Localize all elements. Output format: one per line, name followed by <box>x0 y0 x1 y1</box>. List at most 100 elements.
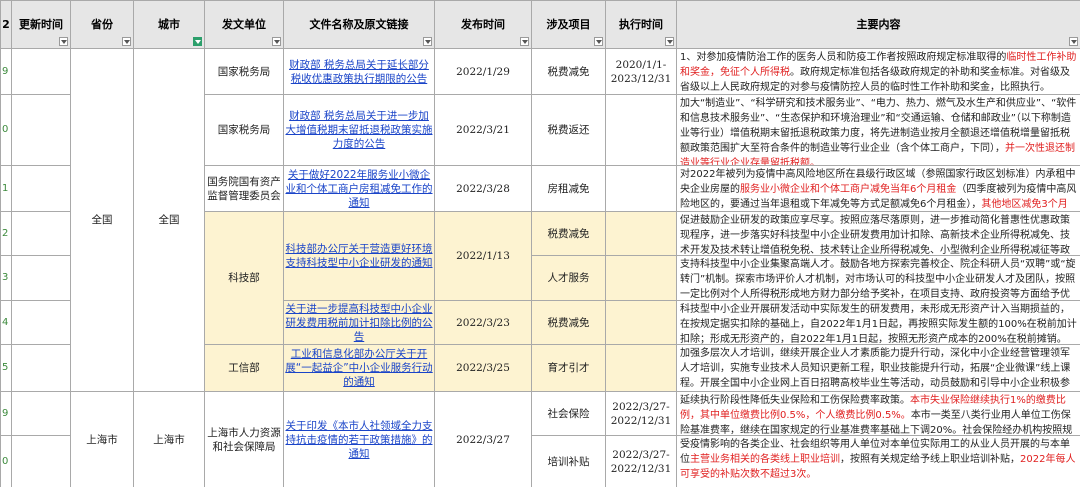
content-segment: 支持科技型中小企业集聚高端人才。鼓励各地方探索完善校企、院企科研人员“双聘”或“… <box>680 259 1076 300</box>
province-cell[interactable]: 全国 <box>70 48 134 392</box>
cell-text: 房租减免 <box>547 182 590 195</box>
column-header-province[interactable]: 省份 <box>70 0 134 49</box>
project-cell[interactable]: 培训补贴 <box>531 435 606 487</box>
project-cell[interactable]: 育才引才 <box>531 344 606 392</box>
row-number-label: 2 <box>2 227 9 239</box>
cell-text: 上海市人力资源和社会保障局 <box>207 426 281 453</box>
update-time-cell[interactable] <box>11 211 71 256</box>
document-link-cell[interactable]: 关于做好2022年服务业小微企业和个体工商户房租减免工作的通知 <box>283 165 435 212</box>
filter-active-icon[interactable] <box>193 37 202 46</box>
period-cell[interactable]: 2020/1/1-2023/12/31 <box>605 48 677 95</box>
publish-date-cell[interactable]: 2022/3/27 <box>434 391 532 487</box>
content-cell[interactable]: 加强多层次人才培训，继续开展企业人才素质能力提升行动，深化中小企业经营管理领军人… <box>676 344 1080 392</box>
project-cell[interactable]: 房租减免 <box>531 165 606 212</box>
content-cell[interactable]: 科技型中小企业开展研发活动中实际发生的研发费用，未形成无形资产计入当期损益的，在… <box>676 300 1080 345</box>
cell-text: 税费返还 <box>547 124 590 136</box>
cell-text: 税费减免 <box>547 316 590 329</box>
content-cell[interactable]: 1、对参加疫情防治工作的医务人员和防疫工作者按照政府规定标准取得的临时性工作补助… <box>676 48 1080 95</box>
content-cell[interactable]: 加大“制造业”、“科学研究和技术服务业”、“电力、热力、燃气及水生产和供应业”、… <box>676 94 1080 166</box>
filter-dropdown-icon[interactable] <box>665 37 674 46</box>
document-link-cell[interactable]: 财政部 税务总局关于进一步加大增值税期末留抵退税政策实施力度的公告 <box>283 94 435 166</box>
column-header-label: 执行时间 <box>619 17 663 31</box>
document-link-cell[interactable]: 关于进一步提高科技型中小企业研发费用税前加计扣除比例的公告 <box>283 300 435 345</box>
content-cell[interactable]: 促进鼓励企业研发的政策应享尽享。按照应落尽落原则，进一步推动简化普惠性优惠政策现… <box>676 211 1080 256</box>
issuer-cell[interactable]: 国务院国有资产监督管理委员会 <box>204 165 284 212</box>
filter-dropdown-icon[interactable] <box>59 37 68 46</box>
column-header-update[interactable]: 更新时间 <box>11 0 71 49</box>
filter-dropdown-icon[interactable] <box>122 37 131 46</box>
filter-dropdown-icon[interactable] <box>423 37 432 46</box>
document-link-cell[interactable]: 科技部办公厅关于营造更好环境支持科技型中小企业研发的通知 <box>283 211 435 301</box>
column-header-label: 省份 <box>91 17 113 31</box>
content-segment: 促进鼓励企业研发的政策应享尽享。按照应落尽落原则，进一步推动简化普惠性优惠政策现… <box>680 215 1070 256</box>
filter-dropdown-icon[interactable] <box>520 37 529 46</box>
issuer-cell[interactable]: 科技部 <box>204 211 284 345</box>
row-number-label: 3 <box>2 272 9 283</box>
content-cell[interactable]: 受疫情影响的各类企业、社会组织等用人单位对本单位实际用工的从业人员开展的与本单位… <box>676 435 1080 487</box>
update-time-cell[interactable] <box>11 255 71 301</box>
column-header-title[interactable]: 文件名称及原文链接 <box>283 0 435 49</box>
period-cell[interactable] <box>605 165 677 212</box>
city-cell[interactable]: 全国 <box>133 48 205 392</box>
project-cell[interactable]: 税费减免 <box>531 300 606 345</box>
filter-dropdown-icon[interactable] <box>1069 37 1078 46</box>
update-time-cell[interactable] <box>11 391 71 436</box>
column-header-period[interactable]: 执行时间 <box>605 0 677 49</box>
cell-text: 2022/3/27 <box>456 433 510 446</box>
publish-date-cell[interactable]: 2022/1/29 <box>434 48 532 95</box>
update-time-cell[interactable] <box>11 48 71 95</box>
document-link-cell[interactable]: 工业和信息化部办公厅关于开展“一起益企”中小企业服务行动的通知 <box>283 344 435 392</box>
column-header-content[interactable]: 主要内容 <box>676 0 1080 49</box>
content-segment: 科技型中小企业开展研发活动中实际发生的研发费用，未形成无形资产计入当期损益的，在… <box>680 304 1077 345</box>
content-emphasis: 服务业小微企业和个体工商户减免当年6个月租金 <box>740 184 957 195</box>
issuer-cell[interactable]: 工信部 <box>204 344 284 392</box>
cell-text: 2022/1/29 <box>456 65 510 78</box>
issuer-cell[interactable]: 上海市人力资源和社会保障局 <box>204 391 284 487</box>
project-cell[interactable]: 税费减免 <box>531 48 606 95</box>
content-segment: 1、对参加疫情防治工作的医务人员和防疫工作者按照政府规定标准取得的 <box>680 52 1007 63</box>
update-time-cell[interactable] <box>11 344 71 392</box>
cell-text: 育才引才 <box>547 362 590 374</box>
column-header-city[interactable]: 城市 <box>133 0 205 49</box>
spreadsheet[interactable]: 2 更新时间 省份 城市 发文单位 文件名称及原文链接 发布时间 涉及项目 执行时间 主要内容 9 0… <box>0 0 1080 487</box>
period-cell[interactable]: 2022/3/27-2022/12/31 <box>605 391 677 436</box>
issuer-cell[interactable]: 国家税务局 <box>204 94 284 166</box>
document-link: 关于印发《本市人社领域全力支持抗击疫情的若干政策措施》的通知 <box>285 419 433 460</box>
publish-date-cell[interactable]: 2022/3/21 <box>434 94 532 166</box>
province-cell[interactable]: 上海市 <box>70 391 134 487</box>
update-time-cell[interactable] <box>11 94 71 166</box>
period-cell[interactable] <box>605 255 677 301</box>
content-text: 受疫情影响的各类企业、社会组织等用人单位对本单位实际用工的从业人员开展的与本单位… <box>680 437 1077 482</box>
publish-date-cell[interactable]: 2022/1/13 <box>434 211 532 301</box>
content-cell[interactable]: 对2022年被列为疫情中高风险地区所在县级行政区域（参照国家行政区划标准）内承租… <box>676 165 1080 212</box>
filter-dropdown-icon[interactable] <box>594 37 603 46</box>
period-cell[interactable] <box>605 211 677 256</box>
project-cell[interactable]: 人才服务 <box>531 255 606 301</box>
city-cell[interactable]: 上海市 <box>133 391 205 487</box>
project-cell[interactable]: 税费返还 <box>531 94 606 166</box>
column-header-issuer[interactable]: 发文单位 <box>204 0 284 49</box>
document-link: 关于做好2022年服务业小微企业和个体工商户房租减免工作的通知 <box>285 168 433 209</box>
content-cell[interactable]: 支持科技型中小企业集聚高端人才。鼓励各地方探索完善校企、院企科研人员“双聘”或“… <box>676 255 1080 301</box>
column-header-date[interactable]: 发布时间 <box>434 0 532 49</box>
publish-date-cell[interactable]: 2022/3/28 <box>434 165 532 212</box>
document-link-cell[interactable]: 财政部 税务总局关于延长部分税收优惠政策执行期限的公告 <box>283 48 435 95</box>
update-time-cell[interactable] <box>11 435 71 487</box>
period-cell[interactable]: 2022/3/27-2022/12/31 <box>605 435 677 487</box>
project-cell[interactable]: 社会保险 <box>531 391 606 436</box>
project-cell[interactable]: 税费减免 <box>531 211 606 256</box>
period-cell[interactable] <box>605 344 677 392</box>
period-cell[interactable] <box>605 300 677 345</box>
row-number-label: 1 <box>2 182 9 194</box>
column-header-project[interactable]: 涉及项目 <box>531 0 606 49</box>
publish-date-cell[interactable]: 2022/3/23 <box>434 300 532 345</box>
issuer-cell[interactable]: 国家税务局 <box>204 48 284 95</box>
update-time-cell[interactable] <box>11 165 71 212</box>
cell-text: 培训补贴 <box>547 455 590 468</box>
filter-dropdown-icon[interactable] <box>272 37 281 46</box>
document-link-cell[interactable]: 关于印发《本市人社领域全力支持抗击疫情的若干政策措施》的通知 <box>283 391 435 487</box>
publish-date-cell[interactable]: 2022/3/25 <box>434 344 532 392</box>
period-cell[interactable] <box>605 94 677 166</box>
update-time-cell[interactable] <box>11 300 71 345</box>
content-cell[interactable]: 延续执行阶段性降低失业保险和工伤保险费率政策。本市失业保险继续执行1%的缴费比例… <box>676 391 1080 436</box>
